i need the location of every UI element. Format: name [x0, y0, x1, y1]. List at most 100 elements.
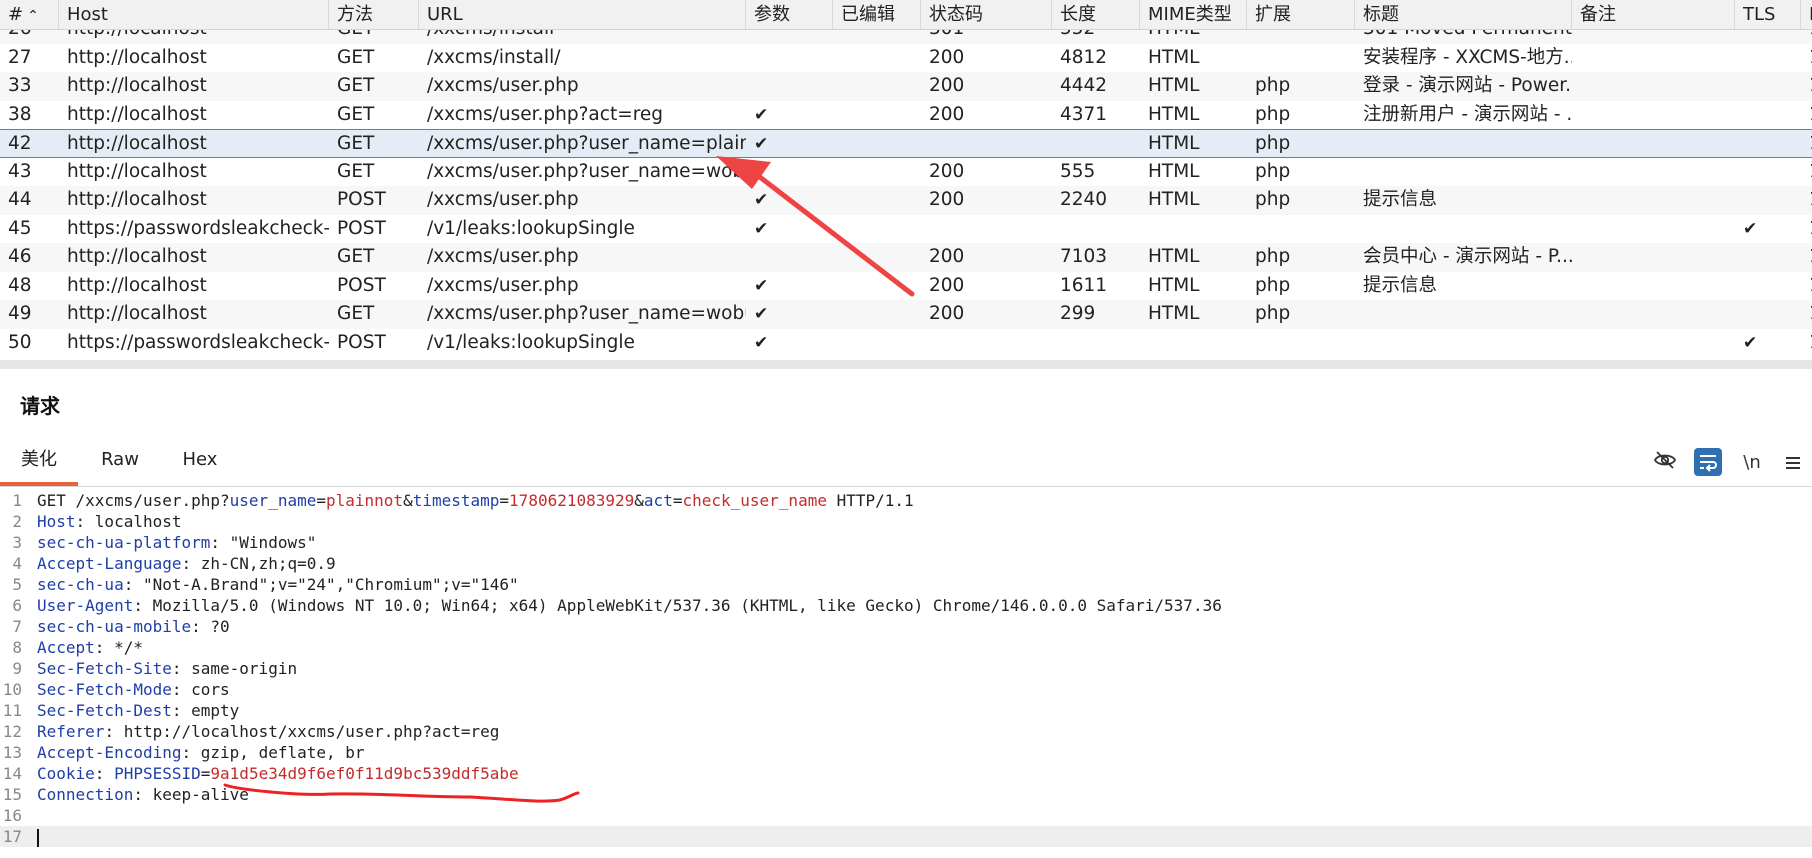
cell-mime: HTML	[1148, 303, 1200, 324]
show-newlines-button[interactable]: \n	[1737, 448, 1767, 478]
line-content: Referer: http://localhost/xxcms/user.php…	[37, 721, 499, 742]
cell-comment	[1572, 130, 1735, 157]
table-row[interactable]: 38 http://localhost GET/xxcms/user.php?act…	[0, 101, 1812, 130]
cell-comment	[1572, 243, 1735, 272]
cell-length: 555	[1060, 160, 1096, 182]
cell-mime: HTML	[1148, 103, 1200, 125]
cell-status	[921, 130, 1052, 157]
header-name: Sec-Fetch-Dest	[37, 701, 172, 720]
cell-status: 200	[929, 303, 965, 324]
cell-status: 200	[929, 46, 965, 68]
cell-ip: 1	[1801, 101, 1812, 130]
col-header-num[interactable]: # ⌃	[0, 0, 59, 29]
cell-mime: HTML	[1140, 29, 1247, 44]
cell-comment	[1572, 186, 1735, 215]
cell-status: 200	[929, 160, 965, 182]
table-row[interactable]: 49 http://localhost GET/xxcms/user.php?use…	[0, 300, 1812, 329]
cell-ip: 1	[1801, 329, 1812, 358]
cell-status: 301	[921, 29, 1052, 44]
cell-url: /xxcms/user.php	[427, 189, 579, 210]
request-line: 5 sec-ch-ua: "Not-A.Brand";v="24","Chromi…	[0, 574, 1812, 595]
col-header-ip[interactable]: IP	[1801, 0, 1812, 29]
request-line: 1 GET /xxcms/user.php?user_name=plainnot&…	[0, 490, 1812, 511]
request-line: 11 Sec-Fetch-Dest: empty	[0, 700, 1812, 721]
table-row[interactable]: 27 http://localhost GET/xxcms/install/200 4…	[0, 44, 1812, 73]
line-content: Sec-Fetch-Site: same-origin	[37, 658, 297, 679]
request-line: 17	[0, 826, 1812, 847]
tab-hex[interactable]: Hex	[168, 440, 232, 486]
cell-host: https://passwordsleakcheck-...	[67, 331, 329, 353]
header-name: Accept-Language	[37, 554, 182, 573]
cell-ip: 1	[1801, 243, 1812, 272]
cell-tls	[1735, 186, 1801, 215]
text-fragment: HTTP/1.1	[826, 491, 914, 510]
cell-params: ✔	[754, 218, 769, 239]
cell-length	[1052, 215, 1140, 244]
col-header-url[interactable]: URL	[419, 0, 746, 29]
request-line: 2 Host: localhost	[0, 511, 1812, 532]
cell-length: 552	[1052, 29, 1140, 44]
header-name: User-Agent	[37, 596, 134, 615]
col-header-method[interactable]: 方法	[329, 0, 419, 29]
col-header-params[interactable]: 参数	[746, 0, 833, 29]
table-row[interactable]: 44 http://localhost POST/xxcms/user.php ✔ 20…	[0, 186, 1812, 215]
cell-host: http://localhost	[67, 160, 207, 182]
param-value: 1780621083929	[509, 491, 635, 510]
table-row[interactable]: 50 https://passwordsleakcheck-... POST/v1/…	[0, 329, 1812, 358]
table-row[interactable]: 43 http://localhost GET/xxcms/user.php?use…	[0, 158, 1812, 187]
cell-status: 200	[929, 75, 965, 96]
text-fragment: : empty	[171, 701, 240, 720]
col-header-extension[interactable]: 扩展	[1247, 0, 1355, 29]
request-line: 14 Cookie: PHPSESSID=9a1d5e34d9f6ef0f11d9…	[0, 763, 1812, 784]
cell-mime: HTML	[1148, 133, 1200, 154]
table-row[interactable]: 26http://localhostGET/xxcms/install 30155…	[0, 29, 1812, 44]
cell-ip: 1	[1801, 300, 1812, 329]
col-header-host[interactable]: Host	[59, 0, 329, 29]
line-content: Cookie: PHPSESSID=9a1d5e34d9f6ef0f11d9bc…	[37, 763, 519, 784]
text-fragment: : zh-CN,zh;q=0.9	[181, 554, 336, 573]
menu-icon	[1786, 457, 1800, 469]
cell-params	[746, 44, 833, 73]
table-row[interactable]: 33 http://localhost GET/xxcms/user.php 200 4…	[0, 72, 1812, 101]
cell-status	[921, 329, 1052, 358]
cell-url: /xxcms/user.php?user_name=wobu...	[427, 160, 746, 182]
cell-ip: 1	[1801, 272, 1812, 301]
header-name: sec-ch-ua-platform	[37, 533, 211, 552]
request-editor[interactable]: 1 GET /xxcms/user.php?user_name=plainnot&…	[0, 490, 1812, 858]
table-row[interactable]: 45 https://passwordsleakcheck-... POST/v1/…	[0, 215, 1812, 244]
col-header-mime[interactable]: MIME类型	[1140, 0, 1247, 29]
line-content: sec-ch-ua: "Not-A.Brand";v="24","Chromiu…	[37, 574, 519, 595]
table-row[interactable]: 42 http://localhost GET/xxcms/user.php?use…	[0, 129, 1812, 158]
cell-comment	[1572, 272, 1735, 301]
proxy-history-table: # ⌃ Host 方法 URL 参数 已编辑 状态码 长度 MIME类型 扩展 标…	[0, 0, 1812, 362]
cell-method: GET	[337, 133, 375, 154]
wrap-lines-button[interactable]	[1694, 448, 1722, 476]
line-number: 6	[12, 596, 22, 615]
header-name: Accept	[37, 638, 95, 657]
options-menu-button[interactable]	[1778, 448, 1808, 478]
col-header-title[interactable]: 标题	[1355, 0, 1572, 29]
line-content: sec-ch-ua-mobile: ?0	[37, 616, 230, 637]
col-header-edited[interactable]: 已编辑	[833, 0, 921, 29]
cell-ext: php	[1255, 75, 1291, 96]
col-header-length[interactable]: 长度	[1052, 0, 1140, 29]
cell-mime: HTML	[1148, 246, 1200, 267]
header-name: Accept-Encoding	[37, 743, 182, 762]
cell-host: https://passwordsleakcheck-...	[67, 217, 329, 239]
header-name: sec-ch-ua-mobile	[37, 617, 192, 636]
col-header-comment[interactable]: 备注	[1572, 0, 1735, 29]
line-content: Host: localhost	[37, 511, 182, 532]
tab-pretty[interactable]: 美化	[0, 440, 78, 486]
cell-tls	[1735, 243, 1801, 272]
horizontal-scrollbar[interactable]	[0, 360, 1812, 369]
col-header-status[interactable]: 状态码	[921, 0, 1052, 29]
table-row[interactable]: 46 http://localhost GET/xxcms/user.php 200 7…	[0, 243, 1812, 272]
cell-comment	[1572, 29, 1735, 44]
col-header-tls[interactable]: TLS	[1735, 0, 1801, 29]
text-fragment: :	[94, 764, 115, 783]
wrap-icon	[1700, 455, 1717, 472]
cell-edited	[833, 130, 921, 157]
table-row[interactable]: 48 http://localhost POST/xxcms/user.php ✔ 20…	[0, 272, 1812, 301]
hide-nonprintable-button[interactable]	[1650, 448, 1680, 478]
tab-raw[interactable]: Raw	[88, 440, 152, 486]
